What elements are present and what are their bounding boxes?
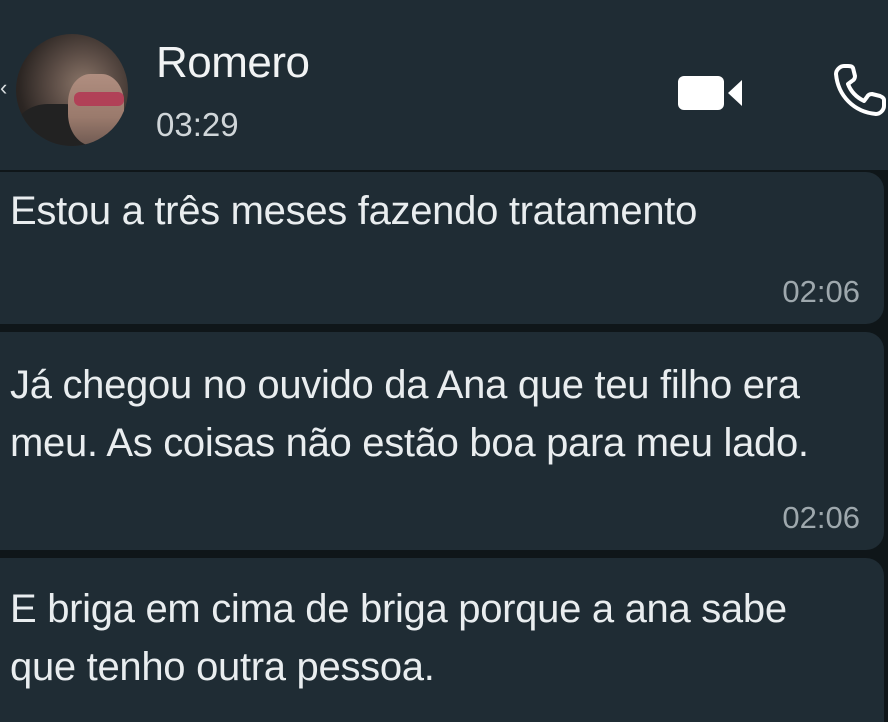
contact-status: 03:29 (156, 106, 239, 143)
voice-call-icon[interactable] (830, 62, 888, 120)
chat-screen: ‹ Romero 03:29 Estou a três meses fazend… (0, 0, 888, 722)
message-text: Já chegou no ouvido da Ana que teu filho… (10, 363, 809, 465)
avatar-face (68, 74, 124, 146)
avatar[interactable] (16, 34, 128, 146)
contact-name[interactable]: Romero (156, 38, 310, 88)
message-text: Estou a três meses fazendo tratamento (10, 189, 698, 233)
message-time: 02:06 (782, 500, 860, 535)
chat-header: ‹ Romero 03:29 (0, 0, 888, 170)
message-time: 02:06 (782, 274, 860, 309)
avatar-glasses (74, 92, 124, 106)
message-bubble[interactable]: Estou a três meses fazendo tratamento 02… (0, 172, 884, 324)
message-bubble[interactable]: Já chegou no ouvido da Ana que teu filho… (0, 332, 884, 550)
message-text: E briga em cima de briga porque a ana sa… (10, 587, 787, 689)
message-bubble[interactable]: E briga em cima de briga porque a ana sa… (0, 558, 884, 722)
back-arrow-icon[interactable]: ‹ (0, 77, 10, 99)
video-call-icon[interactable] (678, 74, 744, 112)
